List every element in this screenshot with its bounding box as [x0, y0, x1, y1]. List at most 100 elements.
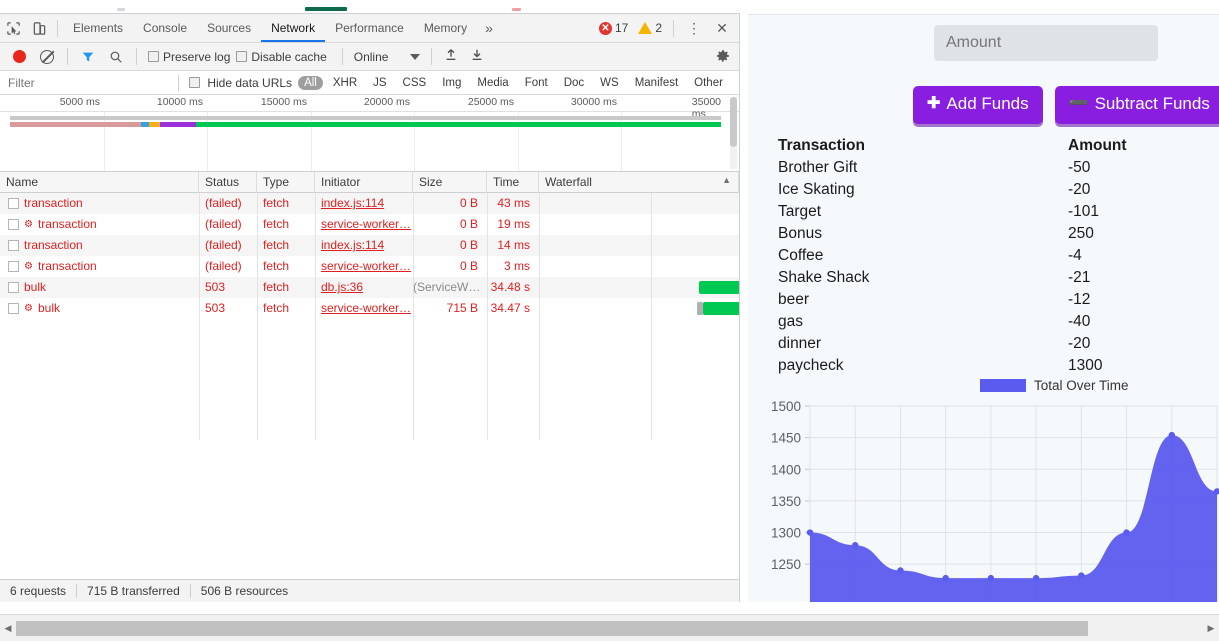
filter-input[interactable]: [0, 71, 172, 94]
import-har-icon[interactable]: [439, 47, 463, 66]
overview-scrollbar[interactable]: [730, 97, 737, 169]
waterfall-sort-icon[interactable]: ▲: [722, 175, 731, 185]
chart-point-5[interactable]: [1032, 574, 1040, 582]
add-funds-button[interactable]: ✚ Add Funds: [913, 86, 1043, 124]
column-header-waterfall[interactable]: Waterfall: [539, 171, 739, 193]
chart-point-2[interactable]: [897, 567, 904, 574]
devtools-tab-memory[interactable]: Memory: [414, 14, 477, 42]
initiator-link[interactable]: service-worker…: [321, 217, 411, 231]
initiator-link[interactable]: service-worker…: [321, 301, 411, 315]
disable-cache-checkbox[interactable]: Disable cache: [236, 50, 327, 64]
clear-button[interactable]: [34, 44, 60, 70]
type-filter-other[interactable]: Other: [688, 76, 729, 90]
type-filter-all[interactable]: All: [298, 75, 323, 90]
column-header-size[interactable]: Size: [413, 171, 487, 193]
scrollbar-right-arrow-icon[interactable]: ▶: [1203, 623, 1219, 634]
devtools-tab-sources[interactable]: Sources: [197, 14, 261, 42]
type-filter-ws[interactable]: WS: [594, 76, 625, 90]
type-filter-media[interactable]: Media: [471, 76, 514, 90]
type-filter-manifest[interactable]: Manifest: [629, 76, 684, 90]
request-initiator-cell[interactable]: service-worker…: [315, 256, 413, 277]
column-header-initiator[interactable]: Initiator: [315, 171, 413, 193]
column-header-type[interactable]: Type: [257, 171, 315, 193]
record-button[interactable]: [6, 44, 32, 70]
column-header-status[interactable]: Status: [199, 171, 257, 193]
initiator-link[interactable]: index.js:114: [321, 238, 384, 252]
request-checkbox-icon[interactable]: [8, 282, 19, 293]
waterfall-bar[interactable]: [699, 281, 739, 294]
type-filter-doc[interactable]: Doc: [558, 76, 590, 90]
toolbar-divider-1: [67, 48, 68, 65]
devtools-close-icon[interactable]: ✕: [709, 15, 735, 41]
inspect-element-icon[interactable]: [0, 15, 26, 41]
type-filter-xhr[interactable]: XHR: [327, 76, 363, 90]
scrollbar-thumb[interactable]: [16, 620, 1088, 636]
request-checkbox-icon[interactable]: [8, 198, 19, 209]
overview-scrollbar-thumb[interactable]: [730, 97, 737, 147]
type-filter-js[interactable]: JS: [367, 76, 392, 90]
waterfall-bar[interactable]: [703, 302, 739, 315]
type-filter-img[interactable]: Img: [436, 76, 467, 90]
column-header-name[interactable]: Name: [0, 171, 199, 193]
toggle-device-toolbar-icon[interactable]: [26, 15, 52, 41]
chart-point-4[interactable]: [987, 574, 995, 582]
request-row[interactable]: ⚙ bulk 503 fetch service-worker… 715 B 34.47 s: [0, 298, 739, 319]
request-checkbox-icon[interactable]: [8, 303, 19, 314]
request-checkbox-icon[interactable]: [8, 240, 19, 251]
type-filter-font[interactable]: Font: [519, 76, 554, 90]
devtools-tab-performance[interactable]: Performance: [325, 14, 414, 42]
request-row[interactable]: transaction (failed) fetch index.js:114 0 B 4…: [0, 193, 739, 214]
warning-badge[interactable]: 2: [634, 21, 666, 35]
search-button[interactable]: [103, 44, 129, 70]
request-name-cell[interactable]: ⚙ transaction: [0, 256, 199, 277]
request-name-cell[interactable]: transaction: [0, 235, 199, 256]
request-row[interactable]: bulk 503 fetch db.js:36 (ServiceW… 34.48 s: [0, 277, 739, 298]
request-checkbox-icon[interactable]: [8, 219, 19, 230]
window-horizontal-scrollbar[interactable]: ◀ ▶: [0, 614, 1219, 641]
devtools-menu-icon[interactable]: ⋮: [681, 15, 707, 41]
devtools-tab-network[interactable]: Network: [261, 14, 326, 42]
subtract-funds-button[interactable]: ➖ Subtract Funds: [1054, 86, 1219, 124]
devtools-tab-elements[interactable]: Elements: [63, 14, 133, 42]
type-filter-css[interactable]: CSS: [397, 76, 433, 90]
chart-point-7[interactable]: [1123, 529, 1130, 536]
request-row[interactable]: ⚙ transaction (failed) fetch service-worker……: [0, 214, 739, 235]
column-header-time[interactable]: Time: [487, 171, 539, 193]
initiator-link[interactable]: db.js:36: [321, 280, 363, 294]
request-initiator-cell[interactable]: index.js:114: [315, 193, 413, 214]
hide-data-urls-checkbox[interactable]: Hide data URLs: [189, 76, 292, 90]
request-checkbox-icon[interactable]: [8, 261, 19, 272]
initiator-link[interactable]: service-worker…: [321, 259, 411, 273]
request-initiator-cell[interactable]: db.js:36: [315, 277, 413, 298]
chart-point-1[interactable]: [852, 542, 859, 549]
request-initiator-cell[interactable]: service-worker…: [315, 214, 413, 235]
amount-input[interactable]: [934, 25, 1158, 61]
preserve-log-checkbox[interactable]: Preserve log: [148, 50, 230, 64]
error-badge[interactable]: ✕ 17: [595, 21, 632, 35]
chart-point-0[interactable]: [806, 529, 814, 536]
request-name-cell[interactable]: ⚙ transaction: [0, 214, 199, 235]
overview-gridline-0: [104, 112, 105, 171]
devtools-tab-console[interactable]: Console: [133, 14, 197, 42]
throttling-select[interactable]: Online: [350, 50, 425, 64]
initiator-link[interactable]: index.js:114: [321, 196, 384, 210]
scrollbar-track[interactable]: [16, 620, 1203, 636]
filter-toggle-button[interactable]: [75, 44, 101, 70]
chart-point-6[interactable]: [1078, 572, 1085, 579]
network-overview[interactable]: 5000 ms 10000 ms 15000 ms 20000 ms 25000 ms 3…: [0, 95, 739, 172]
request-name-cell[interactable]: bulk: [0, 277, 199, 298]
request-initiator-cell[interactable]: index.js:114: [315, 235, 413, 256]
request-name-cell[interactable]: ⚙ bulk: [0, 298, 199, 319]
scrollbar-left-arrow-icon[interactable]: ◀: [0, 623, 16, 634]
chart-point-8[interactable]: [1168, 431, 1175, 439]
more-tabs-icon[interactable]: »: [477, 20, 501, 36]
chart-point-3[interactable]: [942, 574, 949, 582]
overview-seg-3: [149, 122, 160, 127]
network-settings-gear-icon[interactable]: [715, 48, 731, 67]
request-row[interactable]: transaction (failed) fetch index.js:114 0 B 1…: [0, 235, 739, 256]
request-name-cell[interactable]: transaction: [0, 193, 199, 214]
request-initiator-cell[interactable]: service-worker…: [315, 298, 413, 319]
chart-legend[interactable]: Total Over Time: [980, 378, 1129, 393]
request-row[interactable]: ⚙ transaction (failed) fetch service-worker……: [0, 256, 739, 277]
export-har-icon[interactable]: [465, 47, 489, 66]
